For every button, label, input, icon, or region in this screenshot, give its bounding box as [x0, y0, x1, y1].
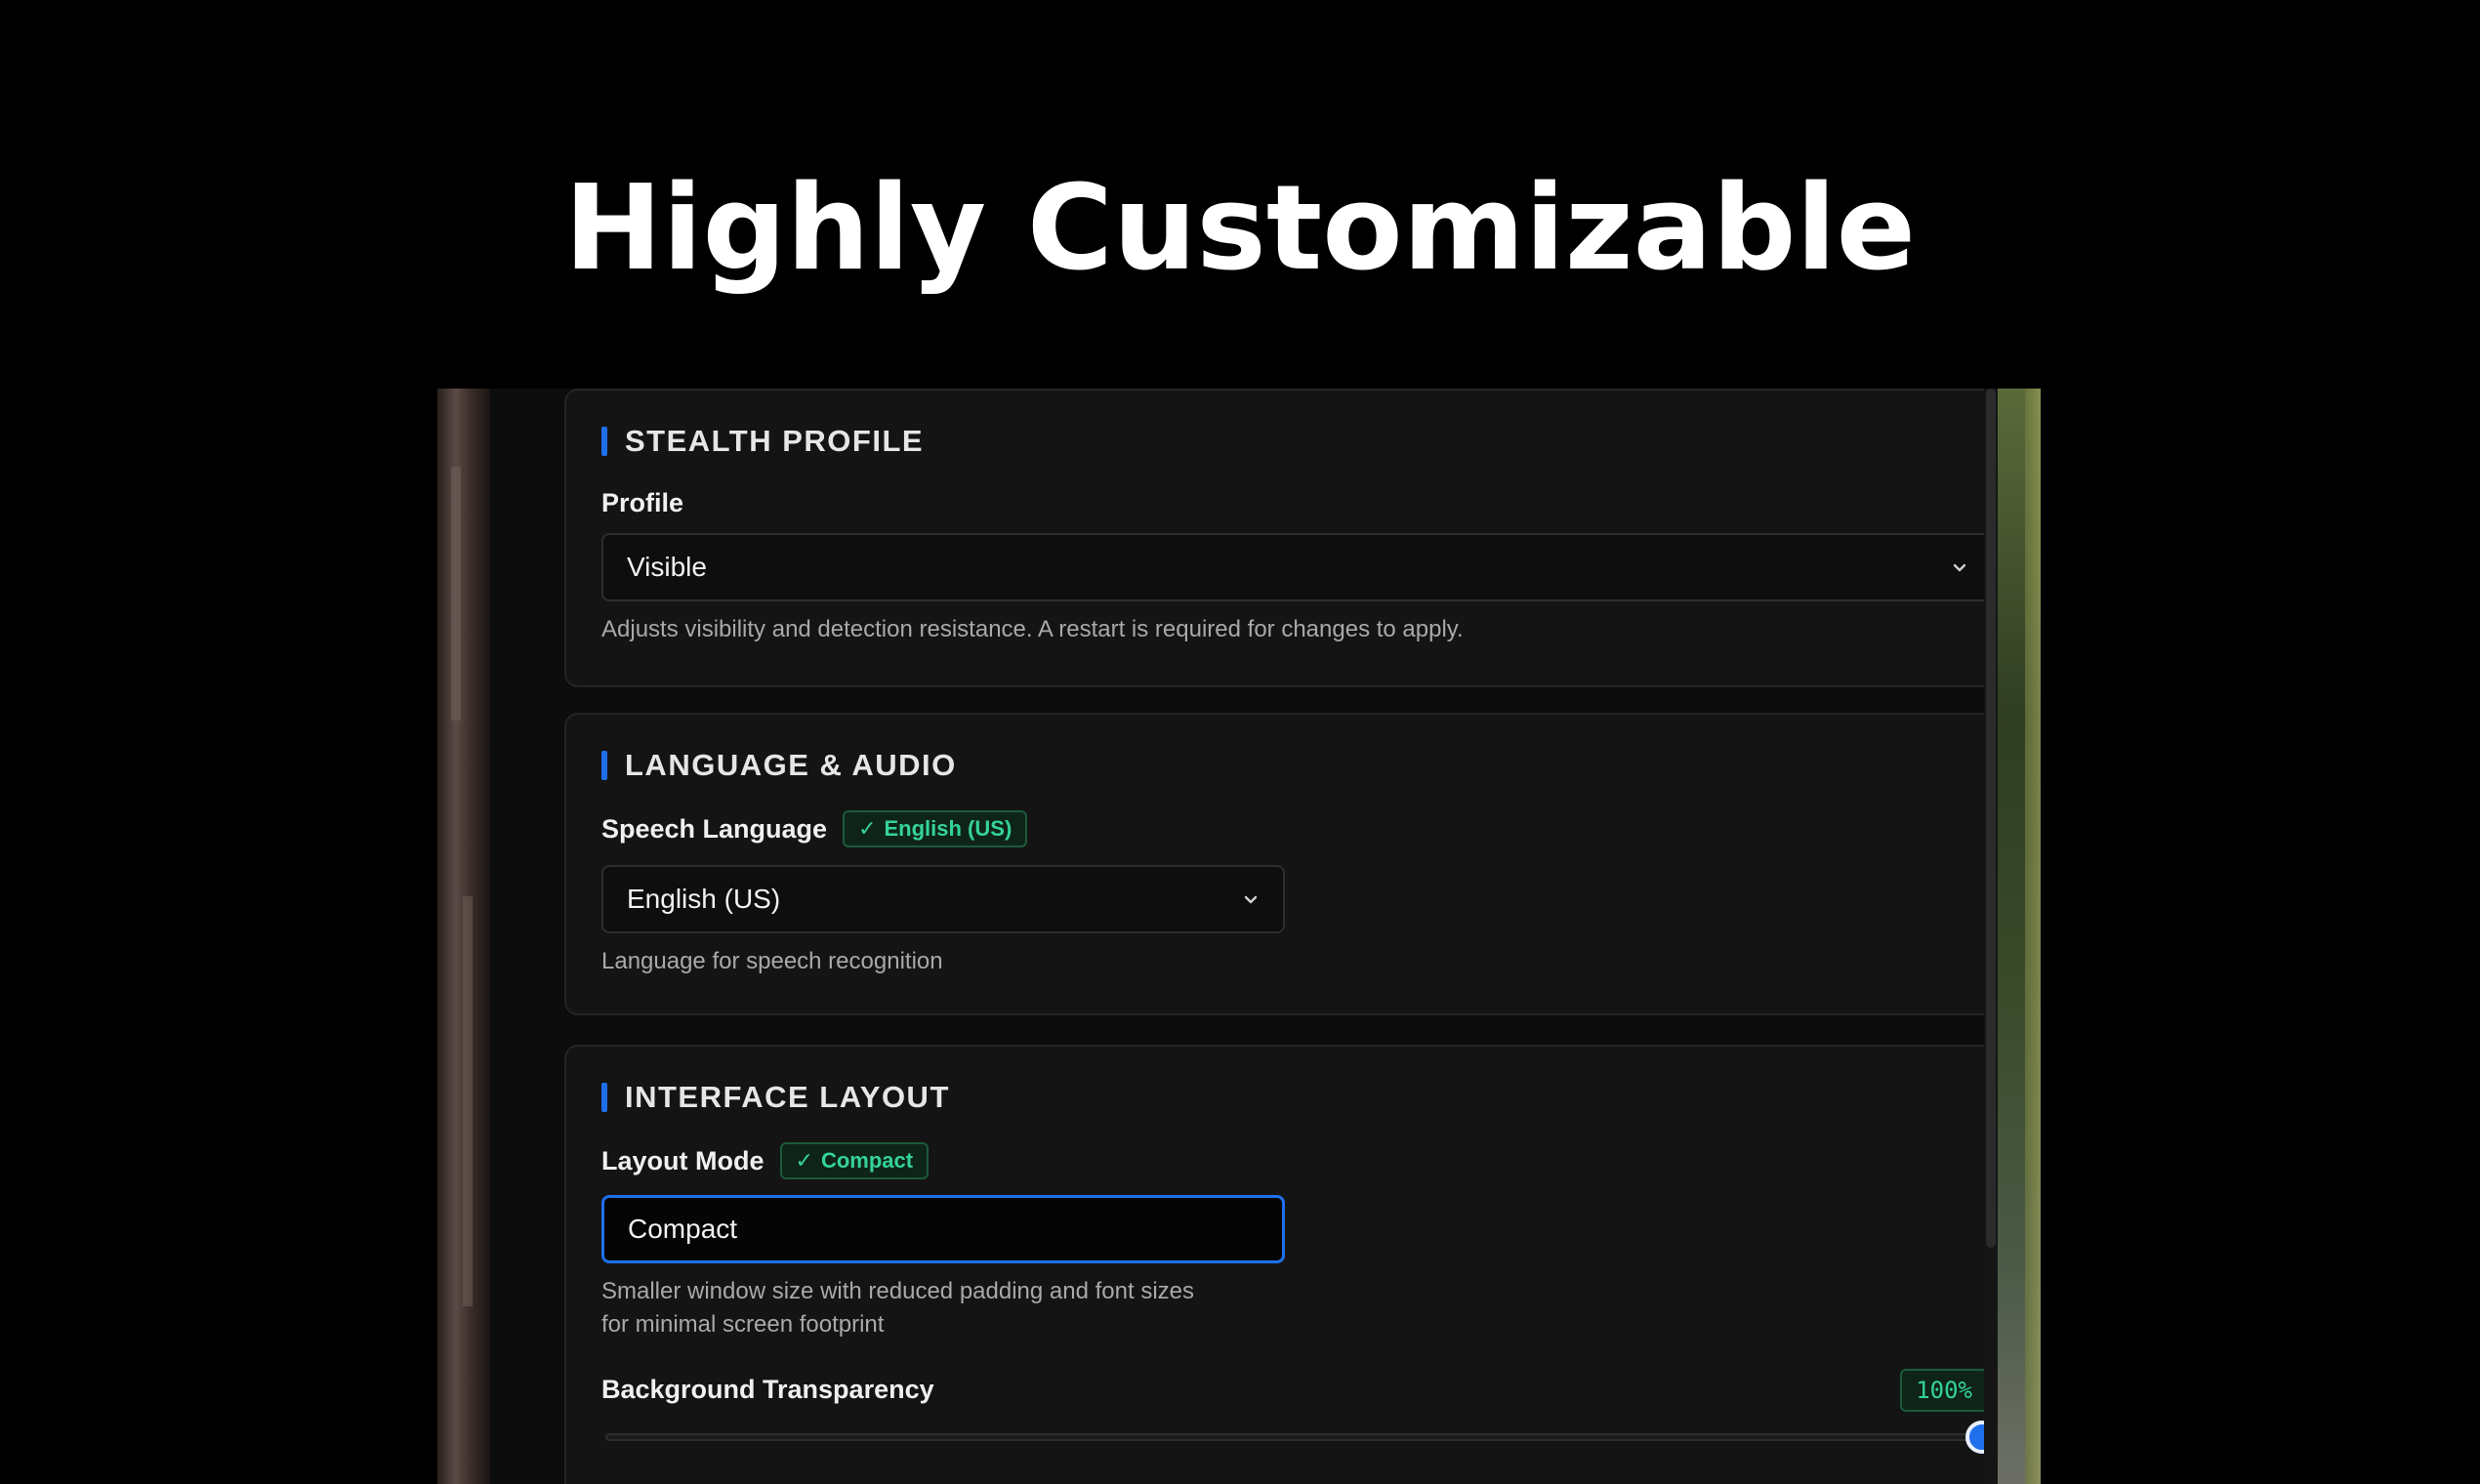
background-image-right — [1998, 389, 2041, 1484]
check-icon: ✓ — [795, 1148, 813, 1173]
stealth-profile-title: STEALTH PROFILE — [625, 424, 925, 458]
profile-label: Profile — [601, 488, 683, 518]
profile-select-value: Visible — [627, 552, 707, 582]
accent-bar — [601, 427, 607, 456]
accent-bar — [601, 751, 607, 780]
interface-layout-card: INTERFACE LAYOUT Layout Mode ✓ Compact C… — [564, 1045, 2025, 1484]
speech-language-select[interactable]: English (US) — [601, 865, 1285, 933]
transparency-value-badge: 100% — [1900, 1369, 1988, 1412]
chevron-down-icon — [1244, 895, 1258, 904]
speech-language-select-value: English (US) — [627, 884, 781, 914]
layout-mode-select-value: Compact — [628, 1214, 738, 1244]
section-title: LANGUAGE & AUDIO — [601, 748, 957, 783]
scrollbar[interactable] — [1984, 389, 1998, 1484]
status-badge-text: English (US) — [884, 816, 1013, 841]
transparency-slider-fill — [607, 1435, 1980, 1439]
layout-mode-label-text: Layout Mode — [601, 1145, 765, 1175]
language-audio-card: LANGUAGE & AUDIO Speech Language ✓ Engli… — [564, 713, 2025, 1015]
status-badge: ✓ Compact — [779, 1142, 930, 1179]
layout-mode-help-text: Smaller window size with reduced padding… — [601, 1275, 1194, 1341]
scrollbar-thumb[interactable] — [1986, 389, 1996, 1248]
section-title: STEALTH PROFILE — [601, 424, 924, 459]
section-title: INTERFACE LAYOUT — [601, 1080, 950, 1115]
check-icon: ✓ — [858, 816, 877, 841]
background-transparency-label: Background Transparency — [601, 1375, 934, 1405]
speech-language-label: Speech Language ✓ English (US) — [601, 810, 1028, 847]
speech-language-label-text: Speech Language — [601, 813, 828, 844]
status-badge: ✓ English (US) — [843, 810, 1028, 847]
accent-bar — [601, 1083, 607, 1112]
layout-mode-select[interactable]: Compact — [601, 1195, 1285, 1263]
profile-select[interactable]: Visible — [601, 533, 1994, 601]
stealth-profile-card: STEALTH PROFILE Profile Visible Adjusts … — [564, 389, 2025, 687]
status-badge-text: Compact — [820, 1148, 914, 1173]
profile-help-text: Adjusts visibility and detection resista… — [601, 616, 1464, 642]
speech-language-help-text: Language for speech recognition — [601, 948, 943, 974]
transparency-slider-track[interactable] — [605, 1433, 1982, 1441]
chevron-down-icon — [1953, 563, 1966, 572]
settings-panel: STEALTH PROFILE Profile Visible Adjusts … — [490, 389, 2025, 1484]
layout-mode-label: Layout Mode ✓ Compact — [601, 1142, 930, 1179]
layout-mode-help-line: Smaller window size with reduced padding… — [601, 1278, 1194, 1304]
interface-layout-title: INTERFACE LAYOUT — [625, 1080, 950, 1114]
background-image-left — [437, 389, 490, 1484]
background-transparency-label-text: Background Transparency — [601, 1375, 934, 1404]
profile-label-text: Profile — [601, 488, 684, 517]
layout-mode-help-line: for minimal screen footprint — [601, 1311, 885, 1338]
language-audio-title: LANGUAGE & AUDIO — [625, 748, 957, 782]
app-window: STEALTH PROFILE Profile Visible Adjusts … — [437, 389, 2041, 1484]
hero-title: Highly Customizable — [563, 161, 1917, 297]
